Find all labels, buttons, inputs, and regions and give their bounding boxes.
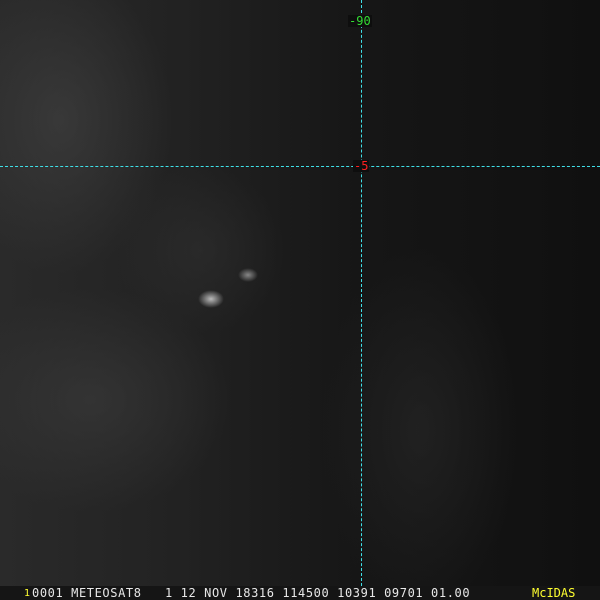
satellite-image: -90 -5 1 0001 METEOSAT8 1 12 NOV 18316 1… [0, 0, 600, 600]
mcidas-logo: McIDAS [532, 586, 576, 600]
longitude-label: -90 [348, 14, 372, 28]
cloud-feature [238, 268, 258, 282]
frame-number: 1 [24, 588, 31, 599]
cloud-feature [198, 290, 224, 308]
status-bar: 1 0001 METEOSAT8 1 12 NOV 18316 114500 1… [0, 586, 600, 600]
longitude-grid-line [361, 0, 362, 586]
latitude-label: -5 [353, 159, 370, 173]
latitude-grid-line [0, 166, 600, 167]
image-info-text: 0001 METEOSAT8 1 12 NOV 18316 114500 103… [32, 586, 471, 600]
